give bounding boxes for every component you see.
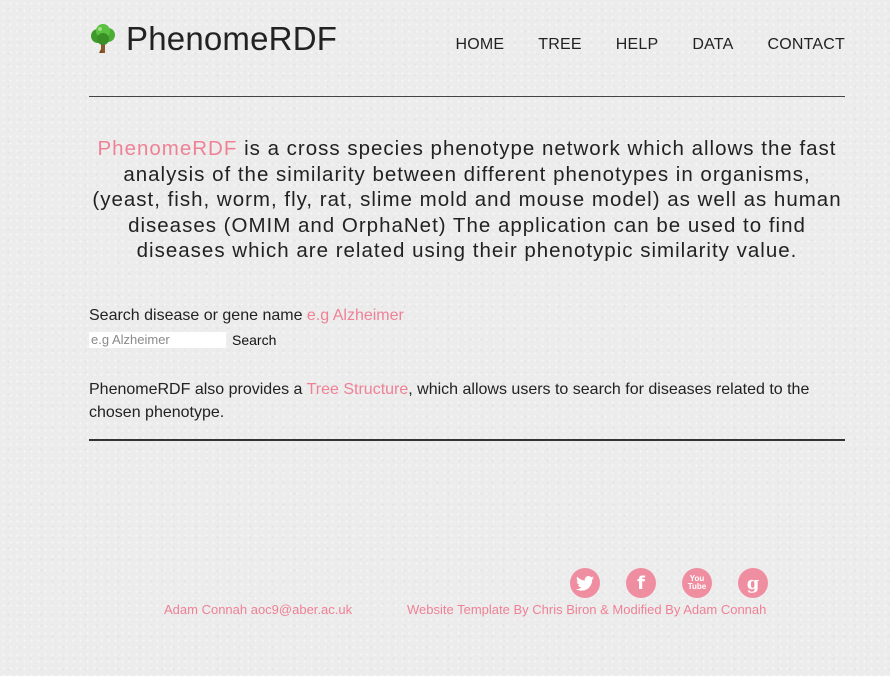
search-input[interactable]: [89, 331, 226, 348]
search-label-text: Search disease or gene name: [89, 306, 307, 324]
search-example: e.g Alzheimer: [306, 306, 404, 324]
youtube-icon[interactable]: You Tube: [682, 568, 712, 598]
search-form: Search: [89, 331, 845, 348]
tree-info: PhenomeRDF also provides a Tree Structur…: [89, 378, 845, 424]
twitter-icon[interactable]: [570, 568, 600, 598]
facebook-icon[interactable]: f: [626, 568, 656, 598]
intro-highlight: PhenomeRDF: [97, 137, 238, 160]
tree-icon: [91, 24, 115, 53]
nav-home[interactable]: HOME: [455, 36, 504, 54]
google-plus-icon[interactable]: g: [738, 568, 768, 598]
search-label: Search disease or gene name e.g Alzheime…: [89, 307, 845, 325]
nav-help[interactable]: HELP: [616, 36, 659, 54]
header: PhenomeRDF HOME TREE HELP DATA CONTACT: [89, 0, 845, 97]
divider: [89, 438, 845, 441]
nav-contact[interactable]: CONTACT: [767, 36, 845, 54]
social-links: f You Tube g: [570, 568, 768, 598]
logo[interactable]: PhenomeRDF: [89, 20, 337, 58]
page-container: PhenomeRDF HOME TREE HELP DATA CONTACT P…: [89, 0, 845, 441]
nav-data[interactable]: DATA: [692, 36, 733, 54]
nav-tree[interactable]: TREE: [538, 36, 581, 54]
twitter-bird-glyph: [576, 575, 594, 591]
tree-info-before: PhenomeRDF also provides a: [89, 380, 307, 398]
intro-paragraph: PhenomeRDF is a cross species phenotype …: [89, 136, 845, 264]
youtube-glyph-bottom: Tube: [687, 582, 707, 591]
footer-credits: Website Template By Chris Biron & Modifi…: [407, 602, 767, 617]
youtube-glyph: You Tube: [688, 575, 707, 591]
site-title: PhenomeRDF: [126, 20, 338, 57]
footer-author[interactable]: Adam Connah aoc9@aber.ac.uk: [164, 602, 352, 617]
search-button[interactable]: Search: [232, 332, 276, 348]
main-nav: HOME TREE HELP DATA CONTACT: [455, 36, 845, 54]
tree-structure-link[interactable]: Tree Structure: [307, 381, 409, 398]
